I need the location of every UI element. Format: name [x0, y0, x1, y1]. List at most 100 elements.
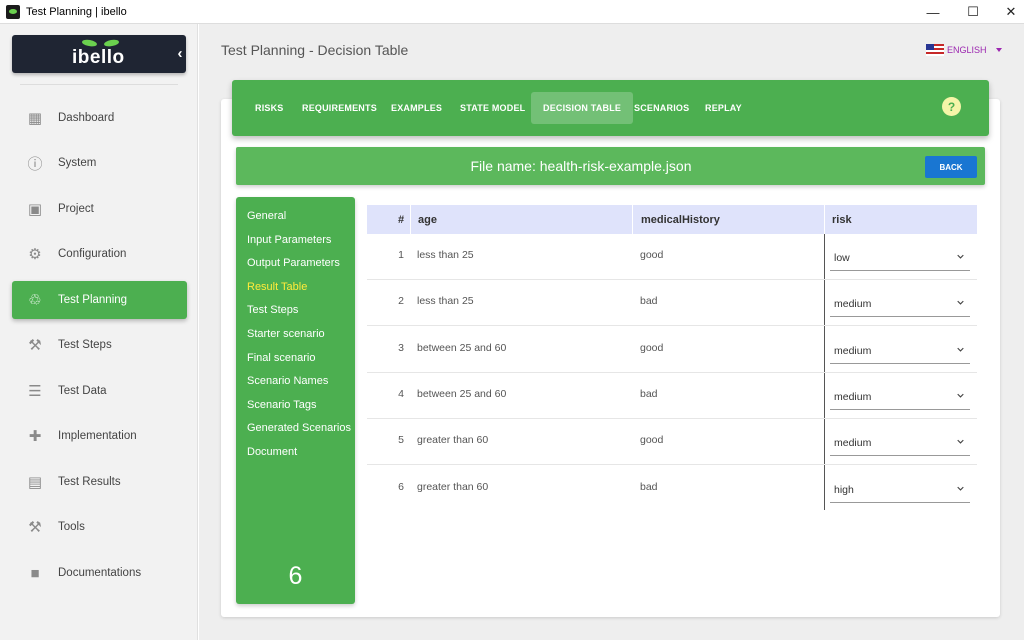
header-risk: risk: [832, 214, 852, 226]
subnav-item-generated-scenarios[interactable]: Generated Scenarios: [247, 422, 351, 434]
sidebar-item-project[interactable]: ▣ Project: [12, 190, 187, 228]
risk-select-value: low: [834, 252, 850, 264]
collapse-sidebar-button[interactable]: ‹: [172, 45, 188, 63]
subnav-item-starter-scenario[interactable]: Starter scenario: [247, 328, 325, 340]
row-number: 1: [398, 249, 404, 261]
risk-select[interactable]: medium: [830, 341, 970, 364]
sidebar-item-tools[interactable]: ⚒ Tools: [12, 508, 187, 546]
walking-icon: ⚒: [28, 337, 42, 354]
sidebar-item-system[interactable]: ⓘ System: [12, 144, 187, 182]
age-cell: less than 25: [417, 295, 474, 308]
help-button[interactable]: ?: [942, 97, 961, 116]
risk-select[interactable]: medium: [830, 387, 970, 410]
sidebar-item-implementation[interactable]: ✚ Implementation: [12, 417, 187, 455]
sidebar-item-label: Tools: [58, 521, 85, 533]
briefcase-icon: ▣: [27, 201, 43, 218]
risk-select[interactable]: high: [830, 480, 970, 503]
dashboard-icon: ▦: [27, 110, 43, 127]
window-titlebar: Test Planning | ibello — ☐ ✕: [0, 0, 1024, 24]
library-icon: ▤: [27, 474, 43, 491]
sidebar-item-test-data[interactable]: ☰ Test Data: [12, 372, 187, 410]
age-cell: less than 25: [417, 249, 474, 261]
sidebar-item-label: Test Planning: [58, 294, 128, 306]
implementation-icon: ✚: [28, 428, 42, 445]
subnav-item-test-steps[interactable]: Test Steps: [247, 304, 298, 316]
close-button[interactable]: ✕: [988, 0, 1024, 24]
subnav-item-result-table[interactable]: Result Table: [247, 281, 307, 293]
tab-bar: RISKS REQUIREMENTS EXAMPLES STATE MODEL DECI…: [232, 80, 989, 136]
sidebar-item-label: Test Steps: [58, 339, 112, 351]
risk-select-value: medium: [834, 298, 872, 311]
table-row: 3 between 25 and 60 good medium: [367, 327, 977, 373]
caret-down-icon: [995, 48, 1002, 52]
divider: [20, 84, 178, 85]
age-cell: between 25 and 60: [417, 341, 507, 354]
sidebar-item-test-steps[interactable]: ⚒ Test Steps: [12, 326, 187, 364]
us-flag-icon: [926, 44, 944, 56]
subnav-item-output-parameters[interactable]: Output Parameters: [247, 257, 340, 269]
window-title: Test Planning | ibello: [26, 5, 127, 18]
subnav-item-scenario-names[interactable]: Scenario Names: [247, 375, 328, 387]
tab-risks[interactable]: RISKS: [243, 92, 296, 124]
header-num: #: [398, 214, 405, 226]
risk-select-value: high: [834, 483, 854, 496]
sidebar-item-configuration[interactable]: ⚙ Configuration: [12, 235, 187, 273]
sidebar-item-label: Implementation: [58, 430, 137, 442]
language-selector[interactable]: ENGLISH: [926, 44, 1002, 56]
sidebar-item-test-results[interactable]: ▤ Test Results: [12, 463, 187, 501]
medical-history-cell: good: [640, 434, 664, 447]
language-label: ENGLISH: [947, 45, 987, 55]
gear-icon: ⚙: [28, 246, 42, 263]
tab-replay[interactable]: REPLAY: [693, 92, 754, 124]
tab-decision-table[interactable]: DECISION TABLE: [531, 92, 634, 124]
risk-select[interactable]: medium: [830, 433, 970, 457]
subnav-item-input-parameters[interactable]: Input Parameters: [247, 234, 331, 246]
back-button[interactable]: BACK: [925, 156, 977, 178]
sidebar-item-label: Configuration: [58, 248, 127, 260]
risk-select-value: medium: [834, 390, 872, 403]
chevron-down-icon: [957, 254, 964, 259]
subnav-item-document[interactable]: Document: [247, 446, 297, 458]
row-number: 2: [398, 295, 404, 308]
logo-text: ibello: [72, 47, 125, 68]
table-row: 6 greater than 60 bad high: [367, 466, 977, 512]
subnav-item-scenario-tags[interactable]: Scenario Tags: [247, 399, 317, 411]
tab-examples[interactable]: EXAMPLES: [379, 92, 454, 124]
table-row: 1 less than 25 good low: [367, 234, 977, 280]
medical-history-cell: bad: [640, 387, 658, 400]
sidebar-item-label: Test Results: [58, 476, 121, 488]
row-number: 6: [398, 480, 404, 493]
chevron-down-icon: [957, 301, 964, 305]
sidebar-item-test-planning[interactable]: ♲ Test Planning: [12, 281, 187, 319]
logo: ibello ‹: [12, 35, 186, 73]
risk-select[interactable]: low: [830, 248, 970, 271]
header-medical-history: medicalHistory: [641, 214, 720, 226]
sidebar-item-dashboard[interactable]: ▦ Dashboard: [12, 99, 187, 137]
tab-requirements[interactable]: REQUIREMENTS: [290, 92, 389, 124]
sidebar-item-label: Dashboard: [58, 112, 115, 124]
sidebar-item-label: Project: [58, 203, 94, 215]
app-icon: [6, 4, 20, 19]
sidebar-item-documentations[interactable]: ■ Documentations: [12, 554, 187, 592]
page-title: Test Planning - Decision Table: [221, 42, 409, 58]
medical-history-cell: bad: [640, 480, 658, 493]
chevron-down-icon: [957, 347, 964, 352]
table-header: # age medicalHistory risk: [367, 205, 977, 234]
risk-select[interactable]: medium: [830, 294, 970, 318]
row-number: 4: [398, 387, 404, 400]
age-cell: between 25 and 60: [417, 387, 507, 400]
age-cell: greater than 60: [417, 434, 489, 447]
sidebar-item-label: System: [58, 157, 97, 169]
list-icon: ☰: [28, 383, 42, 400]
medical-history-cell: good: [640, 341, 664, 354]
table-row: 4 between 25 and 60 bad medium: [367, 373, 977, 419]
subnav-item-general[interactable]: General: [247, 210, 286, 222]
tab-scenarios[interactable]: SCENARIOS: [622, 92, 701, 124]
tab-state-model[interactable]: STATE MODEL: [448, 92, 537, 124]
subnav-item-final-scenario[interactable]: Final scenario: [247, 352, 315, 364]
file-name: File name: health-risk-example.json: [470, 158, 692, 174]
row-number: 5: [398, 434, 404, 447]
risk-select-value: medium: [834, 437, 872, 450]
info-icon: ⓘ: [27, 155, 43, 173]
subnav-count: 6: [288, 562, 303, 590]
